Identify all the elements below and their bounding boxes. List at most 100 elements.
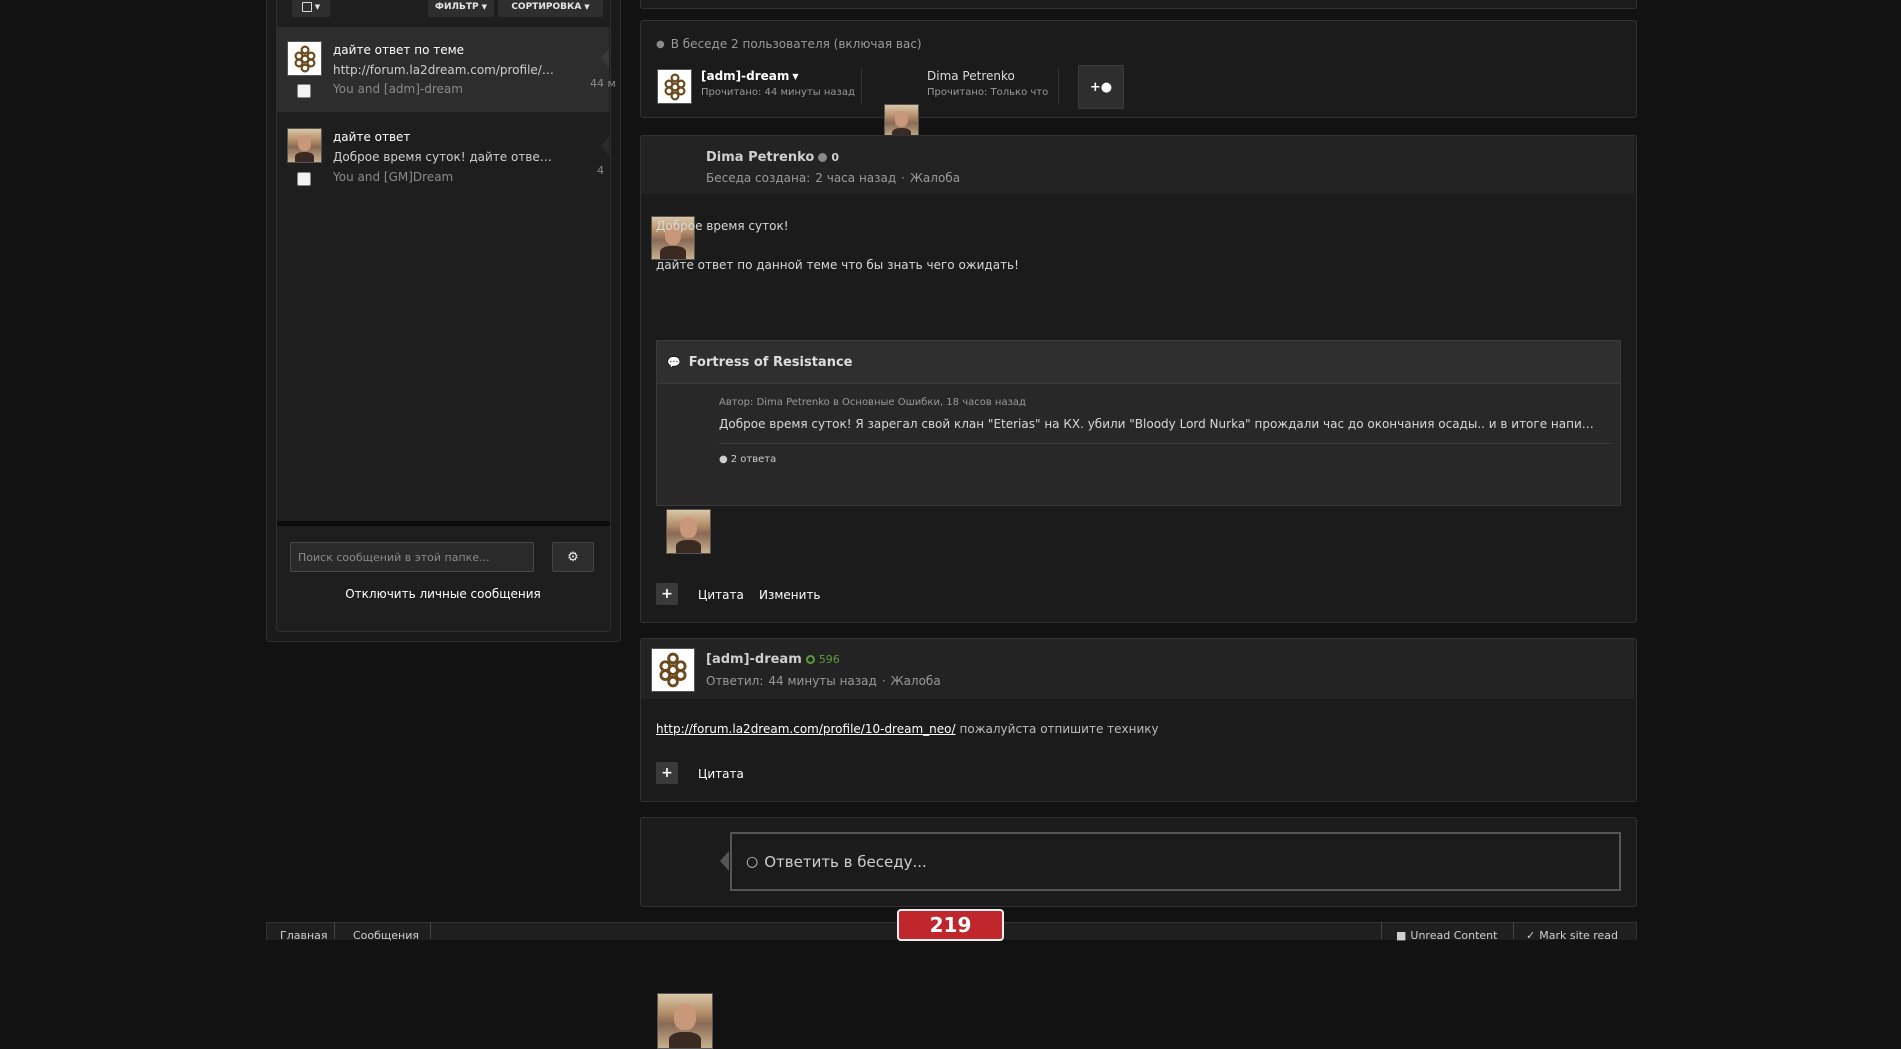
conversation-snippet: http://forum.la2dream.com/profile/10-...	[333, 63, 558, 77]
embed-title: Fortress of Resistance	[688, 355, 853, 370]
filter-button[interactable]: ФИЛЬТР ▼	[428, 0, 494, 17]
post-link[interactable]: http://forum.la2dream.com/profile/10-dre…	[656, 722, 956, 736]
separator: ·	[881, 674, 886, 688]
top-panel-edge	[640, 0, 1637, 9]
edit-button[interactable]: Изменить	[759, 588, 821, 602]
reputation-count: 0	[831, 151, 840, 164]
embed-text: Доброе время суток! Я зарегал свой клан …	[719, 417, 1599, 431]
folder-search-input[interactable]	[290, 542, 534, 572]
unread-content-label: Unread Content	[1410, 929, 1498, 942]
chevron-down-icon: ▼	[481, 3, 487, 11]
avatar	[287, 128, 322, 163]
plus-button[interactable]: +	[656, 762, 678, 784]
mark-site-read-link[interactable]: ✓ Mark site read	[1526, 929, 1618, 942]
checkbox-dropdown-icon	[301, 2, 312, 12]
sort-label: СОРТИРОВКА	[511, 2, 582, 12]
select-dropdown-button[interactable]: ▼	[292, 0, 330, 17]
participants-heading: ● В беседе 2 пользователя (включая вас)	[656, 37, 922, 51]
conversation-checkbox[interactable]	[297, 84, 311, 98]
folder-icon: ■	[1396, 929, 1407, 942]
counter-value: 219	[929, 913, 972, 937]
breadcrumb-home[interactable]: Главная	[280, 929, 328, 942]
avatar	[884, 104, 919, 139]
unread-content-link[interactable]: ■ Unread Content	[1396, 929, 1497, 942]
filter-label: ФИЛЬТР	[435, 2, 479, 12]
plus-button[interactable]: +	[656, 583, 678, 605]
comment-icon: ●	[719, 454, 728, 465]
post-author-line: [adm]-dream 596	[706, 652, 840, 667]
endless-knot-logo	[663, 72, 686, 101]
chevron-down-icon: ▼	[314, 3, 321, 11]
conversation-snippet: Доброе время суток! дайте ответ по...	[333, 150, 558, 164]
notification-counter[interactable]: 219	[897, 909, 1004, 941]
embed-replies[interactable]: ● 2 ответа	[719, 454, 776, 465]
divider	[1381, 922, 1382, 939]
conversation-participants: You and [adm]-dream	[333, 82, 463, 96]
chevron-down-icon: ▼	[584, 3, 590, 11]
embed-title-line[interactable]: 💬 Fortress of Resistance	[667, 355, 852, 370]
conversation-title[interactable]: дайте ответ	[333, 130, 410, 144]
participants-heading-text: В беседе 2 пользователя (включая вас)	[670, 37, 922, 51]
add-participant-button[interactable]: +●	[1078, 65, 1124, 109]
conversation-title[interactable]: дайте ответ по теме	[333, 43, 464, 57]
embed-replies-count: 2 ответа	[730, 454, 777, 465]
horizontal-scrollbar[interactable]	[277, 521, 610, 526]
conversation-time: 4	[597, 164, 604, 177]
post-author[interactable]: Dima Petrenko	[706, 150, 814, 165]
post-paragraph: дайте ответ по данной теме что бы знать …	[656, 258, 1019, 272]
quote-button[interactable]: Цитата	[698, 767, 744, 781]
disable-pm-link[interactable]: Отключить личные сообщения	[277, 587, 609, 601]
checkmark-icon: ✓	[1526, 929, 1536, 942]
gear-icon: ⚙	[567, 549, 579, 565]
participant-name-dropdown[interactable]: [adm]-dream ▼	[701, 69, 799, 83]
divider	[334, 922, 335, 939]
divider	[861, 68, 862, 104]
conversation-time: 44 м	[590, 77, 616, 90]
post-time: 44 минуты назад	[768, 674, 877, 688]
post-paragraph: Доброе время суток!	[656, 219, 789, 233]
avatar	[287, 41, 322, 76]
reputation-neutral-icon	[818, 153, 828, 162]
post-meta-prefix: Беседа создана:	[706, 171, 811, 185]
participant-name: [adm]-dream	[701, 69, 790, 83]
breadcrumb-messages[interactable]: Сообщения	[353, 929, 419, 942]
reply-placeholder: Ответить в беседу...	[764, 852, 927, 871]
endless-knot-logo	[659, 652, 687, 688]
settings-button[interactable]: ⚙	[552, 542, 594, 572]
endless-knot-logo	[293, 44, 316, 73]
embed-author-line: Автор: Dima Petrenko в Основные Ошибки, …	[719, 397, 1026, 408]
reputation-count: 596	[818, 653, 840, 666]
post-author[interactable]: [adm]-dream	[706, 652, 802, 667]
divider	[430, 922, 431, 939]
post-meta-prefix: Ответил:	[706, 674, 764, 688]
post-time: 2 часа назад	[815, 171, 897, 185]
item-pointer	[601, 136, 609, 156]
divider	[1513, 922, 1514, 939]
conversation-participants: You and [GM]Dream	[333, 170, 454, 184]
mark-site-read-label: Mark site read	[1539, 929, 1618, 942]
comments-icon: 💬	[667, 356, 681, 369]
reply-input[interactable]: ○ Ответить в беседу...	[730, 832, 1621, 891]
post-text: пожалуйста отпишите технику	[959, 722, 1159, 736]
reply-pointer	[720, 851, 729, 871]
divider	[719, 443, 1612, 444]
avatar	[657, 993, 713, 1049]
participant-read-status: Прочитано: 44 минуты назад	[701, 87, 855, 98]
post-meta: Ответил: 44 минуты назад · Жалоба	[706, 674, 941, 688]
participant-name[interactable]: Dima Petrenko	[927, 69, 1015, 83]
conversation-checkbox[interactable]	[297, 172, 311, 186]
divider	[1058, 68, 1059, 104]
sort-button[interactable]: СОРТИРОВКА ▼	[498, 0, 603, 17]
speech-bubble-icon: ○	[746, 853, 759, 870]
reputation-positive-icon	[805, 655, 815, 664]
report-link[interactable]: Жалоба	[910, 171, 960, 185]
report-link[interactable]: Жалоба	[891, 674, 941, 688]
chevron-down-icon: ▼	[792, 71, 799, 81]
user-icon: ●	[656, 38, 665, 50]
quote-button[interactable]: Цитата	[698, 588, 744, 602]
participant-read-status: Прочитано: Только что	[927, 87, 1049, 98]
post-body: http://forum.la2dream.com/profile/10-dre…	[656, 722, 1159, 736]
separator: ·	[901, 171, 905, 185]
add-user-icon: +●	[1089, 79, 1113, 95]
post-meta: Беседа создана: 2 часа назад · Жалоба	[706, 171, 960, 185]
